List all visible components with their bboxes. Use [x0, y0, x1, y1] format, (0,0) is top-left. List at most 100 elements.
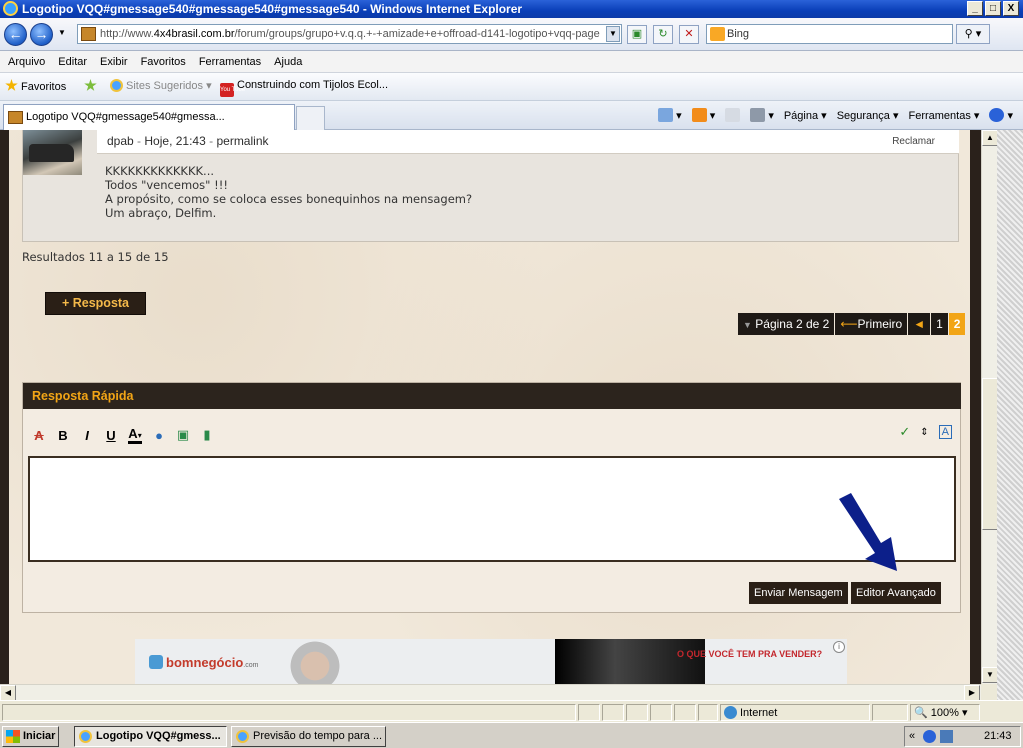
menu-exibir[interactable]: Exibir — [100, 56, 128, 68]
remove-format-icon[interactable]: A — [32, 428, 46, 443]
address-input[interactable]: http://www.4x4brasil.com.br/forum/groups… — [77, 24, 622, 44]
pagination: ▼ Página 2 de 2 ⟵Primeiro ◄ 1 2 — [738, 313, 967, 335]
tools-menu[interactable]: Ferramentas ▾ — [908, 109, 979, 122]
forum-post: dpab - Hoje, 21:43 - permalink Reclamar … — [22, 130, 959, 242]
first-page-link[interactable]: ⟵Primeiro — [835, 313, 909, 335]
favorites-bar: Favoritos Sites Sugeridos ▾ You TubeCons… — [0, 73, 1023, 101]
rss-icon — [691, 108, 707, 122]
minimize-button[interactable]: _ — [967, 1, 983, 16]
stop-icon[interactable]: ✕ — [679, 25, 699, 44]
arrow-left-icon: ⟵ — [840, 317, 858, 331]
post-line: A propósito, como se coloca esses bonequ… — [105, 192, 473, 206]
italic-button[interactable]: I — [80, 428, 94, 443]
network-icon[interactable] — [923, 730, 936, 743]
scroll-up-button[interactable]: ▲ — [982, 130, 998, 146]
volume-icon[interactable] — [940, 730, 953, 743]
scroll-right-button[interactable]: ▶ — [964, 685, 980, 701]
ad-photo — [285, 639, 345, 684]
add-favorite-button[interactable] — [84, 79, 100, 93]
taskbar-item-previsao[interactable]: Previsão do tempo para ... — [231, 726, 386, 747]
report-link[interactable]: Reclamar — [892, 131, 935, 153]
maximize-button[interactable]: □ — [985, 1, 1001, 16]
video-icon[interactable]: ▮ — [200, 427, 214, 443]
tray-expand-icon[interactable]: « — [909, 727, 915, 746]
mail-icon — [725, 108, 741, 122]
post-author-link[interactable]: dpab — [107, 134, 134, 148]
refresh-icon[interactable]: ↻ — [653, 25, 673, 44]
back-button[interactable]: ← — [4, 23, 27, 46]
message-textarea[interactable] — [28, 456, 956, 562]
quick-reply-title: Resposta Rápida — [23, 383, 961, 409]
scroll-down-button[interactable]: ▼ — [982, 667, 998, 683]
permalink-link[interactable]: permalink — [216, 134, 268, 148]
windows-logo-icon — [6, 730, 20, 743]
suggested-sites-link[interactable]: Sites Sugeridos ▾ — [110, 79, 212, 92]
editor-toolbar: A B I U A▾ ● ▣ ▮ — [32, 426, 214, 444]
bold-button[interactable]: B — [56, 428, 70, 443]
post-header: dpab - Hoje, 21:43 - permalink Reclamar — [97, 130, 959, 154]
forward-button[interactable]: → — [30, 23, 53, 46]
spellcheck-icon[interactable]: ✓ — [899, 424, 910, 440]
vertical-scrollbar[interactable]: ▲ ▼ — [981, 130, 998, 684]
post-line: Um abraço, Delfim. — [105, 206, 217, 220]
page-menu[interactable]: Página ▾ — [784, 109, 827, 122]
pagination-info: ▼ Página 2 de 2 — [738, 313, 836, 335]
send-message-button[interactable]: Enviar Mensagem — [749, 582, 848, 604]
menu-editar[interactable]: Editar — [58, 56, 87, 68]
image-icon[interactable]: ▣ — [176, 427, 190, 443]
start-button[interactable]: Iniciar — [2, 726, 59, 747]
avatar[interactable] — [23, 130, 82, 175]
favorite-link-construindo[interactable]: You TubeConstruindo com Tijolos Ecol... — [220, 79, 388, 97]
prev-page-button[interactable]: ◄ — [908, 313, 932, 335]
menu-ajuda[interactable]: Ajuda — [274, 56, 302, 68]
underline-button[interactable]: U — [104, 428, 118, 443]
address-dropdown-button[interactable]: ▼ — [606, 26, 620, 42]
tab-logotipo[interactable]: Logotipo VQQ#gmessage540#gmessa... — [3, 104, 295, 130]
mail-button[interactable] — [725, 108, 741, 122]
help-icon — [989, 108, 1005, 122]
link-icon[interactable]: ● — [152, 428, 166, 443]
menu-favoritos[interactable]: Favoritos — [141, 56, 186, 68]
protected-mode-button[interactable] — [872, 704, 908, 721]
compatibility-view-icon[interactable]: ▣ — [627, 25, 647, 44]
history-dropdown-icon[interactable]: ▼ — [58, 28, 66, 37]
page-link-1[interactable]: 1 — [931, 313, 949, 335]
advertisement-banner[interactable]: bomnegócio.com O QUE VOCÊ TEM PRA VENDER… — [135, 639, 847, 684]
globe-icon — [724, 706, 737, 719]
home-button[interactable]: ▾ — [658, 108, 682, 122]
home-icon — [658, 108, 674, 122]
taskbar: Iniciar Logotipo VQQ#gmess... Previsão d… — [0, 722, 1023, 748]
taskbar-item-logotipo[interactable]: Logotipo VQQ#gmess... — [74, 726, 227, 747]
feeds-button[interactable]: ▾ — [691, 108, 715, 122]
reply-button[interactable]: + Resposta — [45, 292, 146, 315]
resize-icon[interactable]: ⇕ — [920, 427, 928, 438]
advanced-editor-button[interactable]: Editor Avançado — [851, 582, 941, 604]
menu-arquivo[interactable]: Arquivo — [8, 56, 45, 68]
security-menu[interactable]: Segurança ▾ — [837, 109, 899, 122]
site-favicon-icon — [8, 111, 23, 124]
help-button[interactable]: ▾ — [989, 108, 1013, 122]
security-zone-label: Internet — [724, 706, 777, 719]
close-button[interactable]: X — [1003, 1, 1019, 16]
post-time: Hoje, 21:43 — [144, 134, 206, 148]
switch-editor-icon[interactable]: A — [938, 425, 952, 439]
status-text — [2, 704, 576, 721]
menu-ferramentas[interactable]: Ferramentas — [199, 56, 261, 68]
clock[interactable]: 21:43 — [984, 727, 1012, 746]
post-line: KKKKKKKKKKKKK... — [105, 164, 215, 178]
system-tray: « 21:43 — [904, 726, 1021, 747]
print-button[interactable]: ▾ — [750, 108, 774, 122]
address-toolbar: ← → ▼ http://www.4x4brasil.com.br/forum/… — [0, 18, 1023, 51]
new-tab-button[interactable] — [296, 106, 325, 130]
results-count: Resultados 11 a 15 de 15 — [22, 250, 169, 264]
scroll-thumb[interactable] — [982, 378, 998, 530]
scroll-left-button[interactable]: ◀ — [0, 685, 16, 701]
favorites-button[interactable]: Favoritos — [5, 79, 66, 93]
search-input[interactable]: Bing — [706, 24, 953, 44]
ad-info-icon[interactable]: i — [833, 641, 845, 653]
horizontal-scrollbar[interactable]: ◀ ▶ — [0, 684, 981, 701]
font-color-button[interactable]: A▾ — [128, 426, 142, 444]
search-button[interactable]: ⚲ ▾ — [956, 24, 990, 44]
quick-reply-panel: Resposta Rápida A B I U A▾ ● ▣ ▮ ✓ ⇕ A E… — [22, 382, 961, 613]
youtube-icon: You Tube — [220, 83, 245, 97]
